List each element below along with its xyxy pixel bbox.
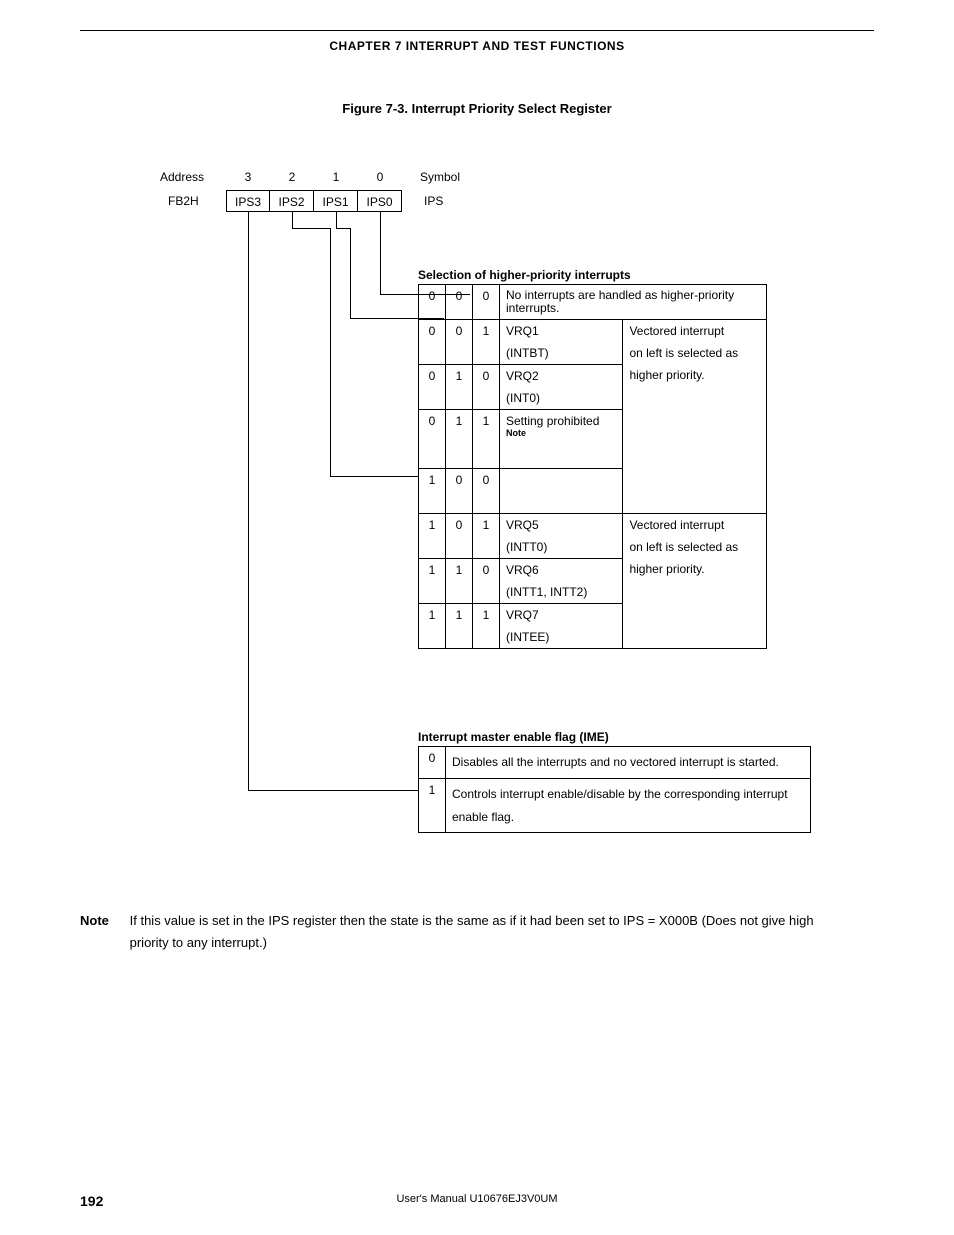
symbol-value: IPS xyxy=(424,194,443,208)
bit-cell: 1 xyxy=(473,320,500,365)
connector-line xyxy=(248,212,249,790)
bit-cell: 0 xyxy=(419,365,446,410)
bit-cell: 0 xyxy=(446,514,473,559)
desc-cell: VRQ6 xyxy=(500,559,623,582)
priority-select-table: 0 0 0 No interrupts are handled as highe… xyxy=(418,284,767,649)
desc-cell: (INT0) xyxy=(500,387,623,410)
bit-number-3: 3 xyxy=(226,170,270,184)
bit-cell: 0 xyxy=(419,320,446,365)
bit-cell: 0 xyxy=(446,320,473,365)
bit-cell: 0 xyxy=(419,410,446,469)
note-label: Note xyxy=(80,910,126,932)
page-number: 192 xyxy=(80,1193,103,1209)
bit-cell: 1 xyxy=(446,365,473,410)
bit-cell: 1 xyxy=(473,604,500,649)
table-row: 0 0 1 VRQ1 Vectored interrupt on left is… xyxy=(419,320,767,343)
connector-line xyxy=(350,228,351,318)
footer-text: User's Manual U10676EJ3V0UM xyxy=(0,1193,954,1205)
connector-line xyxy=(292,212,293,228)
bit-number-1: 1 xyxy=(314,170,358,184)
note-block: Note If this value is set in the IPS reg… xyxy=(80,910,874,954)
bit-cell: 1 xyxy=(446,410,473,469)
table1-title: Selection of higher-priority interrupts xyxy=(418,268,631,282)
vec-cell: Vectored interrupt on left is selected a… xyxy=(623,320,767,388)
reg-bit-ips3: IPS3 xyxy=(226,190,270,212)
connector-line xyxy=(380,212,381,294)
desc-cell: Controls interrupt enable/disable by the… xyxy=(446,778,811,833)
table-row: 1 Controls interrupt enable/disable by t… xyxy=(419,778,811,833)
table-row: 1 0 1 VRQ5 Vectored interrupt on left is… xyxy=(419,514,767,537)
address-value: FB2H xyxy=(168,194,199,208)
figure-title: Figure 7-3. Interrupt Priority Select Re… xyxy=(80,101,874,116)
table2-title: Interrupt master enable flag (IME) xyxy=(418,730,609,744)
desc-cell: VRQ1 xyxy=(500,320,623,343)
bit-cell: 1 xyxy=(446,604,473,649)
bit-cell: 0 xyxy=(446,469,473,514)
symbol-label: Symbol xyxy=(420,170,460,184)
bit-cell: 1 xyxy=(473,514,500,559)
desc-cell xyxy=(500,469,623,492)
bit-number-0: 0 xyxy=(358,170,402,184)
chapter-header: CHAPTER 7 INTERRUPT AND TEST FUNCTIONS xyxy=(80,39,874,53)
connector-line xyxy=(292,228,330,229)
connector-line xyxy=(330,476,418,477)
bit-cell: 0 xyxy=(446,285,473,320)
desc-cell: No interrupts are handled as higher-prio… xyxy=(500,285,767,320)
page-footer: 192 User's Manual U10676EJ3V0UM xyxy=(0,1193,954,1205)
vec-cell: Vectored interrupt on left is selected a… xyxy=(623,514,767,582)
desc-cell: (INTEE) xyxy=(500,626,623,649)
desc-cell: Disables all the interrupts and no vecto… xyxy=(446,747,811,779)
table-row: 0 0 0 No interrupts are handled as highe… xyxy=(419,285,767,320)
connector-line xyxy=(336,212,337,228)
desc-cell: Setting prohibited Note xyxy=(500,410,623,447)
connector-line xyxy=(248,790,418,791)
bit-cell: 0 xyxy=(419,747,446,779)
bit-cell: 1 xyxy=(419,778,446,833)
desc-cell: VRQ2 xyxy=(500,365,623,388)
bit-cell: 1 xyxy=(473,410,500,469)
vec-cell xyxy=(623,581,767,649)
reg-bit-ips2: IPS2 xyxy=(270,190,314,212)
desc-cell xyxy=(500,446,623,469)
bit-cell: 0 xyxy=(473,559,500,604)
ime-table: 0 Disables all the interrupts and no vec… xyxy=(418,746,811,833)
bit-cell: 1 xyxy=(446,559,473,604)
connector-line xyxy=(330,228,331,476)
bit-cell: 0 xyxy=(473,285,500,320)
bit-cell: 1 xyxy=(419,469,446,514)
bit-cell: 1 xyxy=(419,604,446,649)
desc-cell xyxy=(500,491,623,514)
desc-cell: (INTBT) xyxy=(500,342,623,365)
desc-cell: (INTT0) xyxy=(500,536,623,559)
desc-cell: VRQ5 xyxy=(500,514,623,537)
connector-line xyxy=(336,228,350,229)
vec-cell xyxy=(623,387,767,514)
bit-cell: 0 xyxy=(473,469,500,514)
bit-cell: 1 xyxy=(419,514,446,559)
bit-cell: 1 xyxy=(419,559,446,604)
table-row: 0 Disables all the interrupts and no vec… xyxy=(419,747,811,779)
bit-number-2: 2 xyxy=(270,170,314,184)
note-text: If this value is set in the IPS register… xyxy=(130,910,850,954)
bit-cell: 0 xyxy=(419,285,446,320)
register-diagram: Address 3 2 1 0 Symbol FB2H IPS3 IPS2 IP… xyxy=(130,170,874,890)
bit-cell: 0 xyxy=(473,365,500,410)
reg-bit-ips0: IPS0 xyxy=(358,190,402,212)
desc-cell: (INTT1, INTT2) xyxy=(500,581,623,604)
desc-cell: VRQ7 xyxy=(500,604,623,627)
reg-bit-ips1: IPS1 xyxy=(314,190,358,212)
address-label: Address xyxy=(160,170,204,184)
